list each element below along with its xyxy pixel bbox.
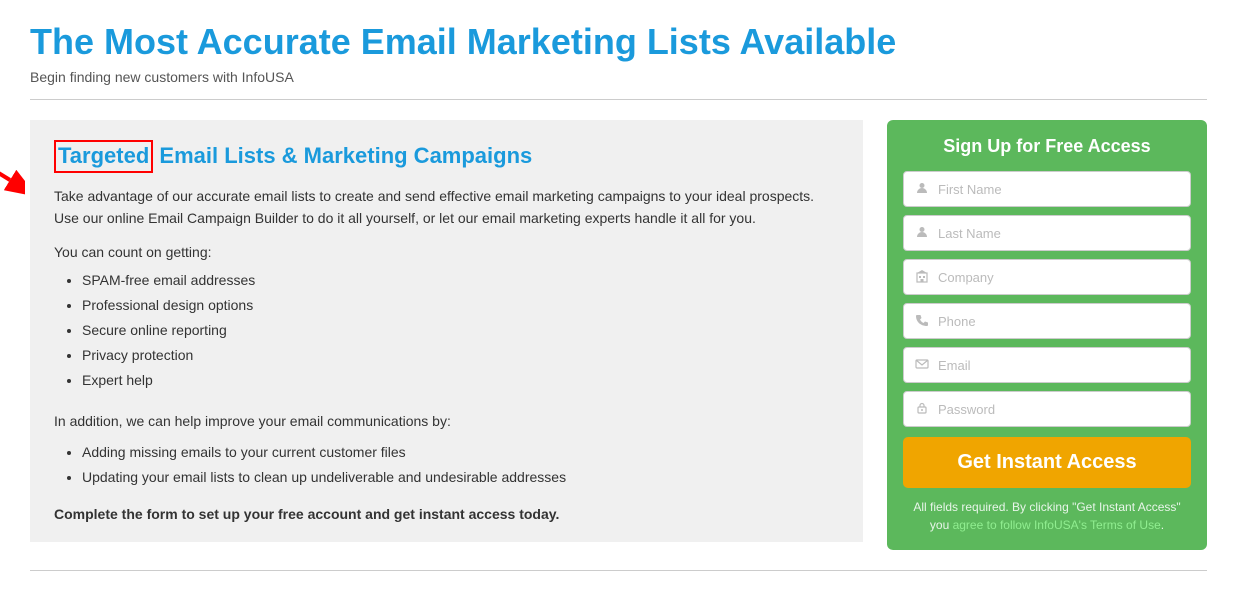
building-icon (914, 269, 930, 286)
phone-field[interactable] (903, 303, 1191, 339)
list-item: Privacy protection (82, 343, 839, 368)
heading-rest: Email Lists & Marketing Campaigns (153, 143, 532, 168)
list-item: Secure online reporting (82, 318, 839, 343)
list-item: SPAM-free email addresses (82, 268, 839, 293)
count-on-label: You can count on getting: (54, 244, 839, 260)
targeted-word: Targeted (54, 140, 153, 173)
bullet-list-1: SPAM-free email addresses Professional d… (54, 268, 839, 394)
left-panel: Targeted Email Lists & Marketing Campaig… (30, 120, 863, 542)
terms-text: All fields required. By clicking "Get In… (903, 498, 1191, 534)
email-input[interactable] (938, 358, 1180, 373)
page-wrapper: The Most Accurate Email Marketing Lists … (0, 0, 1237, 591)
page-subtitle: Begin finding new customers with InfoUSA (30, 69, 1207, 85)
signup-title: Sign Up for Free Access (903, 136, 1191, 157)
terms-link[interactable]: agree to follow InfoUSA's Terms of Use (953, 518, 1161, 532)
email-icon (914, 357, 930, 374)
email-field[interactable] (903, 347, 1191, 383)
bullet-list-2: Adding missing emails to your current cu… (54, 440, 839, 490)
list-item: Professional design options (82, 293, 839, 318)
person-icon-2 (914, 225, 930, 242)
company-field[interactable] (903, 259, 1191, 295)
panel-description: Take advantage of our accurate email lis… (54, 185, 839, 230)
phone-icon (914, 313, 930, 330)
additional-label: In addition, we can help improve your em… (54, 410, 839, 432)
person-icon (914, 181, 930, 198)
page-title: The Most Accurate Email Marketing Lists … (30, 20, 1207, 63)
phone-input[interactable] (938, 314, 1180, 329)
company-input[interactable] (938, 270, 1180, 285)
last-name-field[interactable] (903, 215, 1191, 251)
last-name-input[interactable] (938, 226, 1180, 241)
password-field[interactable] (903, 391, 1191, 427)
panel-heading: Targeted Email Lists & Marketing Campaig… (54, 140, 839, 173)
get-instant-access-button[interactable]: Get Instant Access (903, 437, 1191, 488)
lock-icon (914, 401, 930, 418)
signup-form-panel: Sign Up for Free Access (887, 120, 1207, 550)
arrow-icon (0, 130, 25, 200)
first-name-input[interactable] (938, 182, 1180, 197)
terms-suffix: . (1161, 518, 1164, 532)
list-item: Updating your email lists to clean up un… (82, 465, 839, 490)
content-area: Targeted Email Lists & Marketing Campaig… (30, 120, 1207, 550)
bottom-divider (30, 570, 1207, 571)
top-divider (30, 99, 1207, 100)
list-item: Adding missing emails to your current cu… (82, 440, 839, 465)
bottom-text: Complete the form to set up your free ac… (54, 506, 839, 522)
list-item: Expert help (82, 368, 839, 393)
first-name-field[interactable] (903, 171, 1191, 207)
password-input[interactable] (938, 402, 1180, 417)
